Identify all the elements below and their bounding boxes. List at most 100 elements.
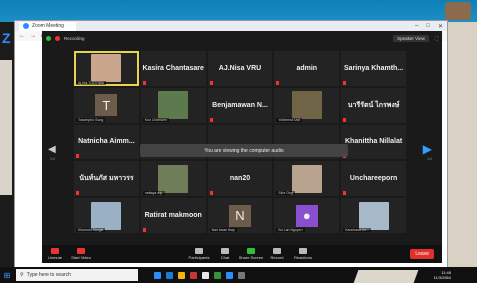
participant-tile[interactable]: Benjamawan N... — [207, 87, 273, 123]
minimize-icon[interactable]: – — [415, 23, 418, 30]
participant-tile[interactable]: admin — [274, 51, 340, 86]
mic-muted-icon — [76, 154, 79, 159]
close-icon[interactable]: ✕ — [438, 23, 443, 30]
participant-tile[interactable]: Ratirat makmoon — [140, 198, 206, 233]
participant-gallery: Aj.Nui TUOI Nifa Kasira Chantasare AJ.Nisa… — [74, 51, 406, 233]
desk-surface — [353, 270, 419, 283]
zoom-meeting-window: Recording Speaker View ⛶ ◀ 1/4 ▶ 1/4 Aj.… — [42, 31, 442, 263]
participant-name: AJ.Nisa VRU — [218, 64, 262, 72]
participant-name: Khanittha Nillalat — [345, 138, 403, 146]
corner-avatar — [445, 2, 471, 20]
store-icon[interactable] — [190, 271, 197, 279]
share-screen-button[interactable]: Share Screen — [238, 248, 264, 260]
tab-zoom-meeting[interactable]: Zoom Meeting — [19, 21, 76, 31]
participant-video — [91, 54, 122, 83]
tab-title: Zoom Meeting — [32, 23, 64, 29]
participant-tile[interactable]: nattaya wip — [140, 161, 206, 197]
meeting-topbar: Recording Speaker View ⛶ — [42, 31, 442, 45]
taskbar-apps — [154, 271, 245, 279]
participant-caption: Yotherina Usit — [276, 117, 303, 122]
zoom-icon — [23, 23, 29, 29]
participant-video — [291, 91, 322, 120]
participant-video — [158, 164, 189, 193]
participant-tile[interactable]: Sarinya Khamth... — [341, 51, 406, 86]
security-shield-icon[interactable] — [46, 35, 51, 41]
forward-icon[interactable]: → — [30, 33, 36, 39]
taskbar-search[interactable]: ⚲ Type here to search — [16, 269, 138, 281]
leave-button[interactable]: Leave — [410, 249, 434, 259]
share-screen-label: Share Screen — [238, 255, 264, 260]
meeting-toolbar: Unmute Start Video Participants Chat Sha… — [42, 245, 442, 263]
fullscreen-icon[interactable]: ⛶ — [435, 36, 438, 41]
participant-video — [158, 91, 189, 120]
participant-tile[interactable]: Yotherina Usit — [274, 87, 340, 123]
back-icon[interactable]: ← — [19, 33, 25, 39]
unmute-button[interactable]: Unmute — [42, 248, 68, 260]
record-label: Record — [270, 255, 284, 260]
participant-tile[interactable]: Unchareeporn — [341, 161, 406, 197]
reactions-button[interactable]: Reactions — [290, 248, 316, 260]
mic-muted-icon — [209, 80, 213, 85]
record-button[interactable]: Record — [264, 248, 290, 260]
participant-tile[interactable]: ● Bo Lan Nguyen — [274, 198, 340, 233]
mic-muted-icon — [276, 80, 280, 85]
page-indicator-right: 1/4 — [427, 157, 432, 161]
unmute-label: Unmute — [47, 255, 62, 260]
speaker-view-button[interactable]: Speaker View — [393, 34, 429, 42]
chrome-icon[interactable] — [214, 271, 221, 279]
participant-caption: Bo Lan Nguyen — [276, 227, 305, 232]
participant-tile[interactable]: Khanittha Nillalat — [341, 124, 406, 160]
participant-tile[interactable]: T Tosompho Sung — [74, 87, 139, 123]
task-view-icon[interactable] — [154, 271, 161, 279]
file-explorer-icon[interactable] — [178, 271, 185, 279]
participant-tile[interactable]: Siriz Ong — [274, 161, 340, 197]
participant-tile[interactable]: Natnicha Aimm... — [74, 124, 139, 160]
participant-video — [91, 201, 122, 230]
participant-tile[interactable]: Kun Chiimuen — [140, 87, 206, 123]
mic-muted-icon — [142, 227, 146, 232]
next-page-arrow-icon[interactable]: ▶ — [423, 142, 432, 156]
participant-caption: Kun Chiimuen — [142, 117, 169, 122]
participants-button[interactable]: Participants — [186, 248, 212, 260]
participant-tile[interactable]: Kasira Chantasare — [140, 51, 206, 86]
start-video-button[interactable]: Start Video — [68, 248, 94, 260]
page-indicator-left: 1/4 — [50, 157, 55, 161]
participant-caption: Nan kwan thay — [209, 227, 237, 232]
participant-tile[interactable]: Khumuki Sangki — [74, 198, 139, 233]
record-icon — [273, 248, 281, 254]
participant-name: Benjamawan N... — [212, 101, 268, 109]
mic-muted-icon — [142, 80, 146, 85]
share-notification: You are viewing the computer audio — [140, 144, 348, 157]
chat-button[interactable]: Chat — [212, 248, 238, 260]
participant-tile[interactable]: Kanchana Im... — [341, 198, 406, 233]
share-screen-icon — [247, 248, 255, 254]
participant-tile[interactable]: นารีรัตน์ ไกรพงษ์ — [341, 87, 406, 123]
edge-icon[interactable] — [166, 271, 173, 279]
window-controls: – □ ✕ — [415, 23, 447, 30]
taskbar-clock[interactable]: 11:48 11/3/2564 — [434, 270, 452, 280]
video-off-icon — [77, 248, 85, 254]
zoom-taskbar-icon[interactable] — [226, 271, 233, 279]
participant-caption: Khumuki Sangki — [76, 227, 106, 232]
mail-icon[interactable] — [202, 271, 209, 279]
chat-label: Chat — [220, 255, 230, 260]
settings-icon[interactable] — [238, 271, 245, 279]
participant-tile[interactable]: N Nan kwan thay — [207, 198, 273, 233]
participant-tile[interactable]: AJ.Nisa VRU — [207, 51, 273, 86]
user-avatar-icon: ● — [295, 204, 318, 227]
reactions-icon — [299, 248, 307, 254]
windows-start-icon[interactable]: ⊞ — [0, 271, 14, 280]
clock-date: 11/3/2564 — [433, 275, 452, 280]
participant-name: นันท์นภัส มหาวรร — [79, 175, 134, 183]
participant-tile[interactable]: nan20 — [207, 161, 273, 197]
participant-name: admin — [296, 64, 318, 72]
prev-page-arrow-icon[interactable]: ◀ — [48, 144, 56, 155]
participant-tile[interactable]: Aj.Nui TUOI Nifa — [74, 51, 139, 86]
participant-name: Sarinya Khamth... — [344, 64, 404, 72]
search-icon: ⚲ — [20, 272, 24, 278]
participant-tile[interactable]: นันท์นภัส มหาวรร — [74, 161, 139, 197]
reactions-label: Reactions — [294, 255, 312, 260]
maximize-icon[interactable]: □ — [426, 23, 430, 30]
participant-caption: Aj.Nui TUOI Nifa — [76, 80, 106, 85]
mic-muted-icon — [343, 191, 347, 196]
